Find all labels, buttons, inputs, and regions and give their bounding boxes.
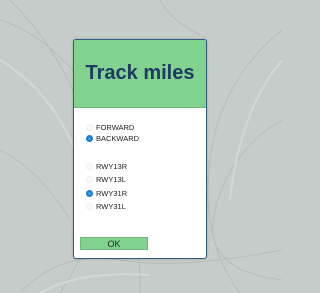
option-rwy13l[interactable]: RWY13L: [86, 173, 126, 185]
option-label: RWY13L: [96, 174, 126, 184]
ok-button[interactable]: OK: [80, 237, 148, 250]
option-label: FORWARD: [96, 122, 135, 132]
option-rwy31r[interactable]: RWY31R: [86, 187, 127, 199]
option-label: RWY31L: [96, 201, 126, 211]
option-label: BACKWARD: [96, 133, 140, 143]
option-label: RWY13R: [96, 161, 128, 171]
option-rwy13r[interactable]: RWY13R: [86, 160, 127, 172]
option-rwy31l[interactable]: RWY31L: [86, 200, 126, 212]
dialog-title: Track miles: [85, 62, 195, 84]
radio-button-selected[interactable]: [86, 189, 93, 197]
track-miles-dialog: Track miles FORWARD BACKWARD RWY13R RWY1…: [73, 39, 207, 259]
option-label: RWY31R: [96, 188, 128, 198]
radio-button[interactable]: [86, 123, 93, 131]
option-backward[interactable]: BACKWARD: [86, 132, 139, 144]
radio-button[interactable]: [86, 175, 93, 183]
dialog-header: Track miles: [74, 40, 206, 108]
radio-button[interactable]: [86, 202, 93, 210]
radio-button-selected[interactable]: [86, 134, 93, 142]
radio-button[interactable]: [86, 162, 93, 170]
